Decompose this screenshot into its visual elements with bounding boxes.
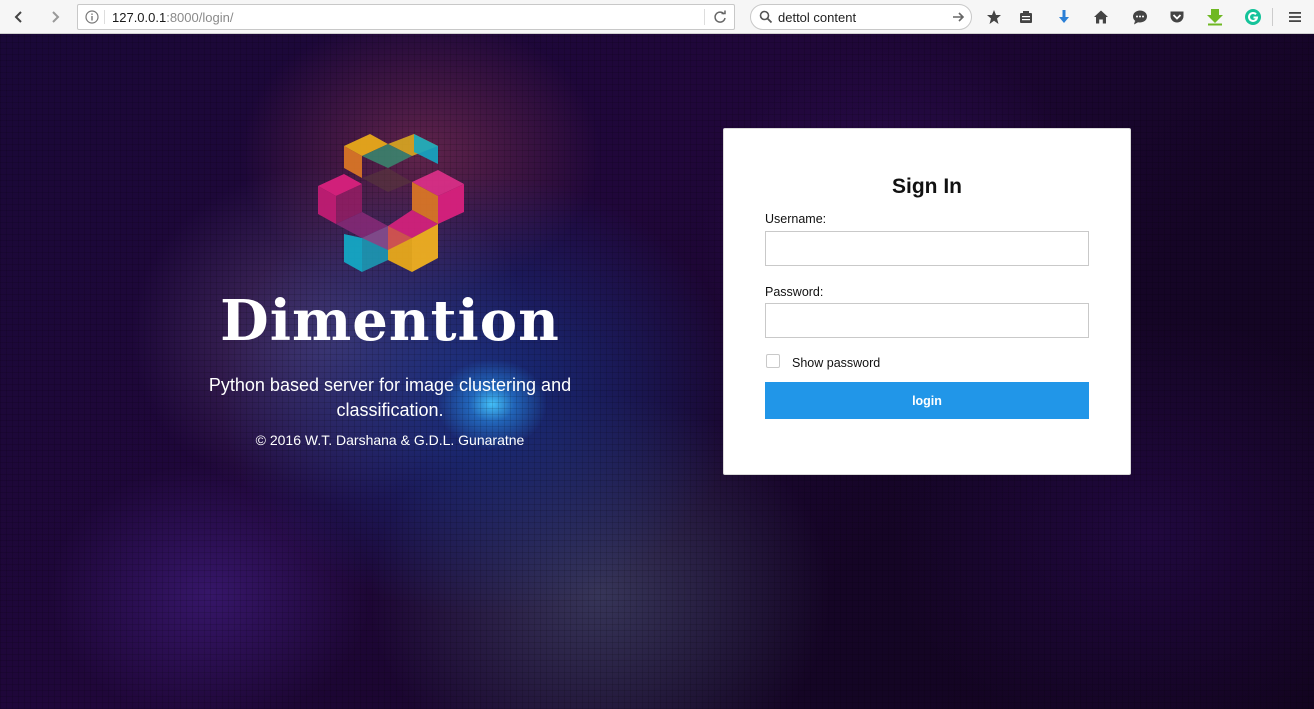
signin-card: Sign In Username: Password: Show passwor… xyxy=(723,128,1131,475)
go-arrow-icon[interactable] xyxy=(951,10,965,29)
password-label: Password: xyxy=(765,285,824,299)
pocket-icon[interactable] xyxy=(1167,7,1187,27)
search-bar[interactable]: dettol content xyxy=(750,4,972,30)
brand-tagline: Python based server for image clustering… xyxy=(208,375,572,420)
url-host: 127.0.0.1 xyxy=(112,10,167,25)
brand-name: Dimention xyxy=(220,288,560,354)
bookmark-star-icon[interactable] xyxy=(984,7,1004,27)
login-button[interactable]: login xyxy=(765,382,1089,419)
reload-icon[interactable] xyxy=(713,10,727,29)
url-text[interactable]: 127.0.0.1:8000/login/ xyxy=(112,10,233,25)
show-password-label[interactable]: Show password xyxy=(792,356,880,370)
menu-icon[interactable] xyxy=(1285,7,1305,27)
menu-separator xyxy=(1272,8,1273,26)
info-icon[interactable] xyxy=(85,10,99,29)
dimention-logo-icon xyxy=(318,134,464,272)
back-icon[interactable] xyxy=(9,7,29,27)
password-field[interactable] xyxy=(765,303,1089,338)
show-password-checkbox[interactable] xyxy=(766,354,780,368)
downloads-icon[interactable] xyxy=(1054,7,1074,27)
signin-title: Sign In xyxy=(892,175,962,198)
download-helper-icon[interactable] xyxy=(1205,7,1225,27)
search-icon xyxy=(759,10,773,29)
forward-icon[interactable] xyxy=(45,7,65,27)
reading-list-icon[interactable] xyxy=(1016,7,1036,27)
reload-separator xyxy=(704,9,705,25)
address-bar[interactable]: 127.0.0.1:8000/login/ xyxy=(77,4,735,30)
login-page: Dimention Python based server for image … xyxy=(0,34,1314,709)
chat-icon[interactable] xyxy=(1130,7,1150,27)
copyright-text: © 2016 W.T. Darshana & G.D.L. Gunaratne xyxy=(255,432,525,448)
url-separator xyxy=(104,10,105,24)
url-path: :8000/login/ xyxy=(166,10,234,25)
browser-toolbar: 127.0.0.1:8000/login/ dettol content xyxy=(0,0,1314,34)
grammarly-icon[interactable] xyxy=(1243,7,1263,27)
username-label: Username: xyxy=(765,212,827,226)
username-field[interactable] xyxy=(765,231,1089,266)
search-input[interactable]: dettol content xyxy=(778,10,856,25)
home-icon[interactable] xyxy=(1091,7,1111,27)
